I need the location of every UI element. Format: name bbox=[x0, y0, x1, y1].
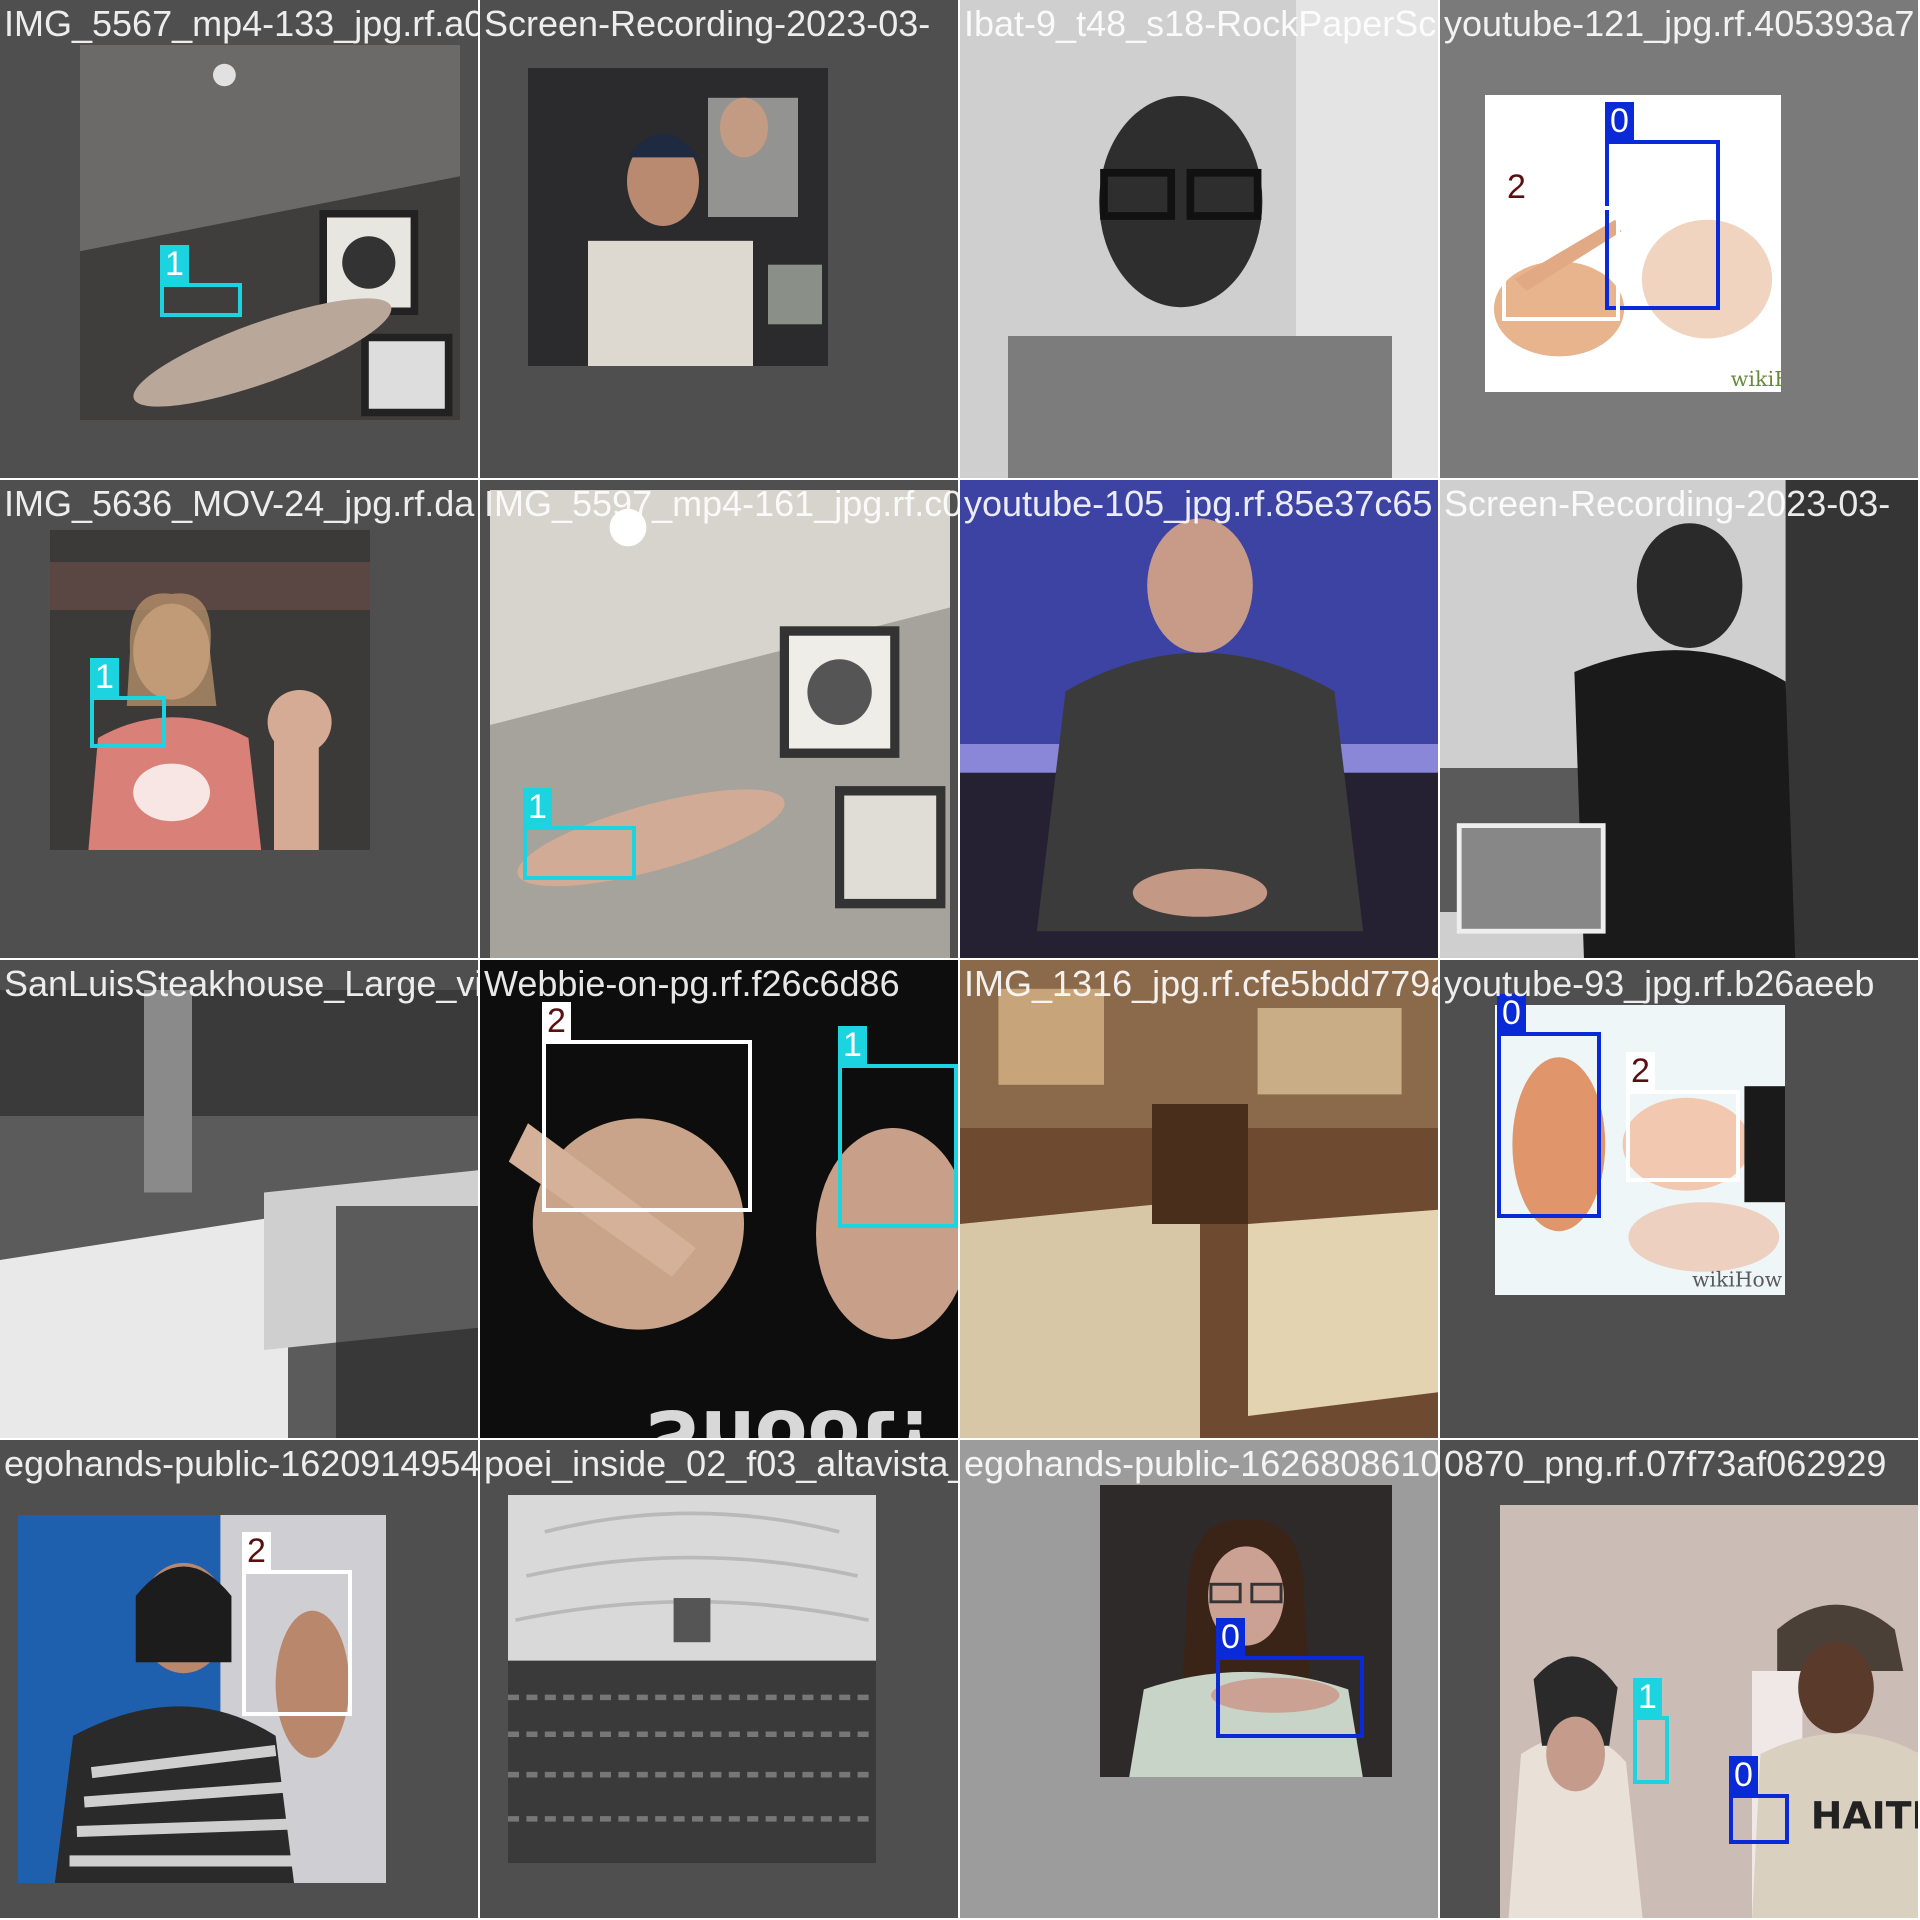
mosaic-tile: Screen-Recording-2023-03- bbox=[1440, 480, 1920, 960]
detection-label: 1 bbox=[160, 245, 189, 283]
svg-text:"Shoot!": "Shoot!" bbox=[605, 1392, 960, 1440]
tile-filename: poei_inside_02_f03_altavista_jpg.rf bbox=[484, 1443, 958, 1484]
detection-label: 1 bbox=[90, 658, 119, 696]
mosaic-tile: "Shoot!" Webbie-on-pg.rf.f26c6d86 2 1 bbox=[480, 960, 960, 1440]
tile-filename: Screen-Recording-2023-03- bbox=[1444, 483, 1891, 524]
tile-photo bbox=[960, 0, 1438, 478]
tile-filename: IMG_5567_mp4-133_jpg.rf.a0f964df5e02fe7f bbox=[4, 3, 478, 44]
tile-photo: HAITI bbox=[1500, 1505, 1920, 1918]
mosaic-grid: IMG_5567_mp4-133_jpg.rf.a0f964df5e02fe7f… bbox=[0, 0, 1920, 1920]
tile-filename: youtube-93_jpg.rf.b26aeeb bbox=[1444, 963, 1875, 1004]
mosaic-tile: poei_inside_02_f03_altavista_jpg.rf bbox=[480, 1440, 960, 1920]
tile-photo bbox=[490, 490, 950, 958]
tile-photo bbox=[1440, 480, 1918, 958]
svg-text:wikiHow: wikiHow bbox=[1692, 1267, 1783, 1291]
mosaic-tile: SanLuisSteakhouse_Large_view-107_jpg bbox=[0, 960, 480, 1440]
detection-box bbox=[90, 696, 166, 748]
detection-label: 1 bbox=[838, 1026, 867, 1064]
mosaic-tile: IMG_5636_MOV-24_jpg.rf.da 1 bbox=[0, 480, 480, 960]
detection-box bbox=[1605, 140, 1720, 310]
tile-filename: 0870_png.rf.07f73af062929 bbox=[1444, 1443, 1887, 1484]
detection-label: 2 bbox=[542, 1002, 571, 1040]
mosaic-tile: egohands-public-1620914954149_png 2 bbox=[0, 1440, 480, 1920]
detection-box bbox=[1729, 1794, 1789, 1844]
mosaic-tile: HAITI 0870_png.rf.07f73af062929 1 0 bbox=[1440, 1440, 1920, 1920]
tile-filename: IMG_5597_mp4-161_jpg.rf.c0281 bbox=[484, 483, 958, 524]
detection-label: 1 bbox=[523, 788, 552, 826]
detection-box bbox=[1497, 1032, 1601, 1218]
tile-filename: IMG_1316_jpg.rf.cfe5bdd779a bbox=[964, 963, 1440, 1004]
tile-filename: Screen-Recording-2023-03- bbox=[484, 3, 931, 44]
detection-box bbox=[838, 1064, 958, 1228]
detection-box bbox=[1216, 1656, 1364, 1738]
tile-filename: IMG_5636_MOV-24_jpg.rf.da bbox=[4, 483, 475, 524]
mosaic-tile: wikiHow youtube-93_jpg.rf.b26aeeb 0 2 bbox=[1440, 960, 1920, 1440]
tile-photo bbox=[0, 990, 478, 1438]
detection-label: 2 bbox=[242, 1532, 271, 1570]
detection-box bbox=[523, 826, 636, 880]
mosaic-tile: wikiHo youtube-121_jpg.rf.405393a7 0 2 bbox=[1440, 0, 1920, 480]
tile-filename: youtube-105_jpg.rf.85e37c65 bbox=[964, 483, 1433, 524]
tile-filename: Ibat-9_t48_s18-RockPaperScissors bbox=[964, 3, 1438, 44]
detection-box bbox=[542, 1040, 752, 1212]
mosaic-tile: Ibat-9_t48_s18-RockPaperScissors bbox=[960, 0, 1440, 480]
detection-box bbox=[242, 1570, 352, 1716]
mosaic-tile: egohands-public-1626808610370_png 0 bbox=[960, 1440, 1440, 1920]
detection-box bbox=[1633, 1716, 1669, 1784]
detection-label: 2 bbox=[1626, 1052, 1655, 1090]
tile-filename: egohands-public-1626808610370_png bbox=[964, 1443, 1440, 1484]
svg-text:HAITI: HAITI bbox=[1811, 1794, 1920, 1838]
tile-filename: egohands-public-1620914954149_png bbox=[4, 1443, 480, 1484]
mosaic-tile: IMG_5597_mp4-161_jpg.rf.c0281 1 bbox=[480, 480, 960, 960]
detection-label: 1 bbox=[1633, 1678, 1662, 1716]
detection-box bbox=[1626, 1090, 1740, 1182]
tile-photo bbox=[528, 68, 828, 366]
tile-photo bbox=[80, 45, 460, 420]
tile-filename: youtube-121_jpg.rf.405393a7 bbox=[1444, 3, 1915, 44]
detection-box bbox=[1502, 206, 1620, 321]
mosaic-tile: IMG_5567_mp4-133_jpg.rf.a0f964df5e02fe7f… bbox=[0, 0, 480, 480]
mosaic-tile: Screen-Recording-2023-03- bbox=[480, 0, 960, 480]
svg-text:wikiHo: wikiHo bbox=[1731, 367, 1781, 391]
detection-label: 0 bbox=[1605, 102, 1634, 140]
tile-filename: SanLuisSteakhouse_Large_view-107_jpg bbox=[4, 963, 478, 1004]
mosaic-tile: youtube-105_jpg.rf.85e37c65 bbox=[960, 480, 1440, 960]
mosaic-tile: IMG_1316_jpg.rf.cfe5bdd779a bbox=[960, 960, 1440, 1440]
detection-label: 0 bbox=[1729, 1756, 1758, 1794]
detection-box bbox=[160, 283, 242, 317]
tile-photo bbox=[960, 960, 1438, 1438]
tile-filename: Webbie-on-pg.rf.f26c6d86 bbox=[484, 963, 900, 1004]
tile-photo bbox=[960, 480, 1438, 958]
detection-label: 2 bbox=[1502, 168, 1531, 206]
detection-label: 0 bbox=[1216, 1618, 1245, 1656]
tile-photo bbox=[508, 1495, 876, 1863]
